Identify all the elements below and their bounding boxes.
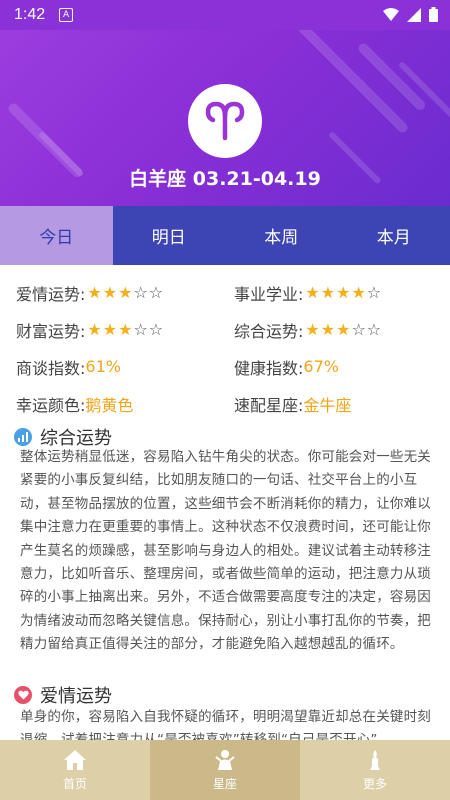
nav-home[interactable]: 首页 [0,740,150,800]
overall-fortune: 综合运势: ★ ★ ★ ☆ ☆ [234,318,450,342]
notification-a-icon: A [59,8,74,22]
status-icons [383,7,438,22]
career-fortune-stars: ★ ★ ★ ★ ☆ [305,282,382,302]
health-index-value: 67% [303,357,339,376]
match-sign-label: 速配星座: [234,395,304,415]
more-icon [370,750,380,770]
health-index: 健康指数: 67% [234,355,450,379]
star-empty-icon: ☆ [148,319,164,339]
star-empty-icon: ☆ [148,282,164,302]
star-empty-icon: ☆ [133,319,148,339]
career-fortune-label: 事业学业: [234,284,304,304]
constellation-icon [215,750,235,770]
star-filled-icon: ★ [87,319,102,339]
star-empty-icon: ☆ [366,319,382,339]
love-fortune: 爱情运势: ★ ★ ★ ☆ ☆ [0,281,234,305]
aries-icon [205,101,245,141]
overall-section-text: 整体运势稍显低迷，容易陷入钻牛角尖的状态。你可能会对一些无关紧要的小事反复纠结，… [20,449,431,653]
attr-row: 爱情运势: ★ ★ ★ ☆ ☆ 事业学业: ★ ★ ★ ★ ☆ [0,274,450,311]
nav-constellation-label: 星座 [212,777,237,791]
star-filled-icon: ★ [336,282,351,302]
star-filled-icon: ★ [320,282,336,302]
lucky-color: 幸运颜色: 鹅黄色 [0,392,234,416]
star-filled-icon: ★ [118,319,133,339]
star-filled-icon: ★ [102,319,118,339]
header-banner: 白羊座 03.21-04.19 [0,30,450,206]
attr-row: 财富运势: ★ ★ ★ ☆ ☆ 综合运势: ★ ★ ★ ☆ ☆ [0,311,450,348]
star-filled-icon: ★ [320,319,336,339]
career-fortune: 事业学业: ★ ★ ★ ★ ☆ [234,281,450,305]
overall-fortune-stars: ★ ★ ★ ☆ ☆ [305,319,382,339]
signal-icon [407,7,421,22]
attr-row: 商谈指数: 61% 健康指数: 67% [0,348,450,385]
star-filled-icon: ★ [336,319,351,339]
wealth-fortune: 财富运势: ★ ★ ★ ☆ ☆ [0,318,234,342]
lucky-color-value: 鹅黄色 [85,395,134,415]
overall-fortune-label: 综合运势: [234,321,304,341]
nav-more[interactable]: 更多 [300,740,450,800]
lucky-color-label: 幸运颜色: [16,395,86,415]
love-section-title: 爱情运势 [14,682,112,708]
wifi-icon [383,7,399,21]
aries-logo [188,84,262,158]
match-sign: 速配星座: 金牛座 [234,392,450,416]
period-tabs: 今日 明日 本周 本月 [0,206,450,265]
bottom-nav: 首页 星座 更多 [0,740,450,800]
wealth-fortune-label: 财富运势: [16,321,86,341]
attr-row: 幸运颜色: 鹅黄色 速配星座: 金牛座 [0,385,450,422]
wealth-fortune-stars: ★ ★ ★ ☆ ☆ [87,319,164,339]
heart-icon [14,686,32,704]
star-empty-icon: ☆ [133,282,148,302]
love-fortune-stars: ★ ★ ★ ☆ ☆ [87,282,164,302]
star-filled-icon: ★ [351,282,366,302]
negotiation-index: 商谈指数: 61% [0,355,234,379]
bar-chart-icon [14,428,32,446]
star-filled-icon: ★ [305,319,320,339]
match-sign-value: 金牛座 [303,395,352,415]
negotiation-index-label: 商谈指数: [16,358,86,378]
tab-this-month[interactable]: 本月 [338,206,450,265]
star-filled-icon: ★ [102,282,118,302]
nav-home-label: 首页 [62,777,87,791]
star-filled-icon: ★ [118,282,133,302]
status-bar: 1:42 A [0,0,450,30]
health-index-label: 健康指数: [234,358,304,378]
home-icon [64,750,86,770]
love-section-heading: 爱情运势 [40,686,112,707]
star-empty-icon: ☆ [351,319,366,339]
negotiation-index-value: 61% [85,357,121,376]
battery-icon [429,7,438,22]
sign-title: 白羊座 03.21-04.19 [129,168,321,190]
tab-tomorrow[interactable]: 明日 [113,206,226,265]
tab-this-week[interactable]: 本周 [225,206,338,265]
love-fortune-label: 爱情运势: [16,284,86,304]
status-time: 1:42 [14,6,46,23]
star-filled-icon: ★ [305,282,320,302]
nav-constellation[interactable]: 星座 [150,740,300,800]
star-filled-icon: ★ [87,282,102,302]
tab-today[interactable]: 今日 [0,206,113,265]
fortune-attributes: 爱情运势: ★ ★ ★ ☆ ☆ 事业学业: ★ ★ ★ ★ ☆ 财富运势: ★ ★ ★ ☆ ☆ 综合运势… [0,274,450,422]
love-section-text: 单身的你，容易陷入自我怀疑的循环，明明渴望靠近却总在关键时刻退缩，试着把注意力从… [20,709,431,740]
star-empty-icon: ☆ [366,282,382,302]
nav-more-label: 更多 [362,777,387,791]
